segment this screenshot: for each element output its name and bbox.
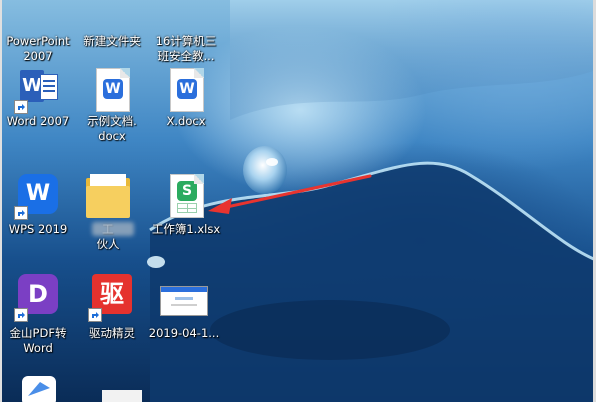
annotation-arrow [208, 174, 372, 214]
desktop[interactable]: PowerPoint 2007 新建文件夹 16计算机三 班安全教... W W… [0, 0, 596, 402]
